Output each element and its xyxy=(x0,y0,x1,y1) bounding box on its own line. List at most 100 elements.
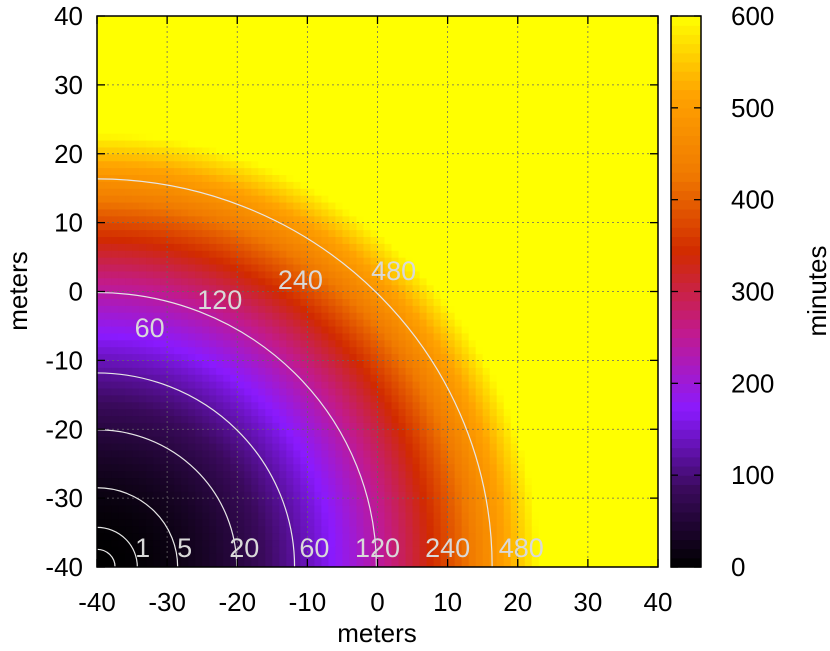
heatmap-cell xyxy=(307,346,315,355)
heatmap-cell xyxy=(279,325,287,334)
heatmap-cell xyxy=(244,319,252,327)
heatmap-cell xyxy=(125,270,133,279)
heatmap-cell xyxy=(349,133,358,141)
heatmap-cell xyxy=(230,236,238,244)
heatmap-cell xyxy=(251,263,259,272)
heatmap-cell xyxy=(132,57,140,65)
heatmap-cell xyxy=(503,498,512,506)
heatmap-cell xyxy=(146,167,154,176)
heatmap-cell xyxy=(524,126,533,134)
heatmap-cell xyxy=(349,64,358,72)
heatmap-cell xyxy=(111,208,119,217)
heatmap-cell xyxy=(279,339,287,348)
heatmap-cell xyxy=(202,374,210,382)
heatmap-cell xyxy=(132,518,140,527)
heatmap-cell xyxy=(258,270,266,279)
heatmap-cell xyxy=(370,498,379,506)
heatmap-cell xyxy=(111,270,119,279)
heatmap-cell xyxy=(503,126,512,134)
heatmap-cell xyxy=(454,332,463,341)
heatmap-cell xyxy=(510,381,519,389)
heatmap-cell xyxy=(342,222,351,231)
heatmap-cell xyxy=(146,174,154,182)
heatmap-cell xyxy=(440,456,449,465)
heatmap-cell xyxy=(349,422,358,430)
heatmap-cell xyxy=(419,29,428,38)
heatmap-cell xyxy=(167,222,175,231)
heatmap-cell xyxy=(524,236,533,244)
heatmap-cell xyxy=(195,139,203,148)
heatmap-cell xyxy=(167,518,175,527)
heatmap-cell xyxy=(468,208,477,217)
heatmap-cell xyxy=(496,250,505,258)
heatmap-cell xyxy=(398,181,407,189)
heatmap-cell xyxy=(167,505,175,513)
heatmap-cell xyxy=(433,112,442,120)
heatmap-cell xyxy=(272,77,280,86)
heatmap-cell xyxy=(496,263,505,272)
heatmap-cell xyxy=(286,98,294,107)
heatmap-cell xyxy=(342,71,351,79)
heatmap-cell xyxy=(272,518,280,527)
heatmap-cell xyxy=(300,305,308,313)
heatmap-cell xyxy=(391,422,400,430)
heatmap-cell xyxy=(342,367,351,375)
heatmap-cell xyxy=(475,201,484,210)
heatmap-cell xyxy=(454,470,463,479)
heatmap-cell xyxy=(293,222,301,231)
heatmap-cell xyxy=(510,477,519,485)
heatmap-cell xyxy=(342,332,351,341)
heatmap-cell xyxy=(146,29,154,38)
heatmap-cell xyxy=(370,312,379,320)
heatmap-cell xyxy=(251,518,259,527)
heatmap-cell xyxy=(426,91,435,100)
heatmap-cell xyxy=(125,139,133,148)
heatmap-cell xyxy=(482,539,491,547)
heatmap-cell xyxy=(160,484,168,492)
heatmap-cell xyxy=(447,257,456,265)
heatmap-cell xyxy=(503,243,512,251)
heatmap-cell xyxy=(153,257,161,265)
heatmap-cell xyxy=(433,71,442,79)
heatmap-cell xyxy=(209,332,217,341)
heatmap-cell xyxy=(482,215,491,224)
heatmap-cell xyxy=(496,270,505,279)
heatmap-cell xyxy=(531,470,540,479)
heatmap-cell xyxy=(216,257,224,265)
heatmap-cell xyxy=(377,208,386,217)
heatmap-cell xyxy=(223,201,231,210)
heatmap-cell xyxy=(118,387,126,396)
heatmap-cell xyxy=(440,277,449,286)
heatmap-cell xyxy=(461,511,470,520)
heatmap-cell xyxy=(328,153,337,162)
heatmap-cell xyxy=(482,319,491,327)
heatmap-cell xyxy=(510,257,519,265)
heatmap-cell xyxy=(286,443,294,451)
heatmap-cell xyxy=(111,16,119,24)
heatmap-cell xyxy=(356,360,365,368)
heatmap-cell xyxy=(475,449,484,458)
heatmap-cell xyxy=(272,360,280,368)
heatmap-cell xyxy=(111,201,119,210)
heatmap-cell xyxy=(279,408,287,417)
heatmap-cell xyxy=(342,208,351,217)
heatmap-cell xyxy=(279,153,287,162)
heatmap-cell xyxy=(356,319,365,327)
heatmap-cell xyxy=(244,360,252,368)
heatmap-cell xyxy=(202,64,210,72)
heatmap-cell xyxy=(195,84,203,93)
heatmap-cell xyxy=(111,50,119,58)
heatmap-cell xyxy=(237,43,245,52)
heatmap-cell xyxy=(440,22,449,31)
heatmap-cell xyxy=(489,146,498,155)
heatmap-cell xyxy=(328,146,337,155)
heatmap-cell xyxy=(139,126,147,134)
heatmap-cell xyxy=(153,263,161,272)
heatmap-cell xyxy=(349,208,358,217)
heatmap-cell xyxy=(181,353,189,361)
heatmap-cell xyxy=(496,463,505,472)
heatmap-cell xyxy=(244,77,252,86)
heatmap-cell xyxy=(468,195,477,203)
heatmap-cell xyxy=(146,422,154,430)
heatmap-cell xyxy=(412,195,421,203)
